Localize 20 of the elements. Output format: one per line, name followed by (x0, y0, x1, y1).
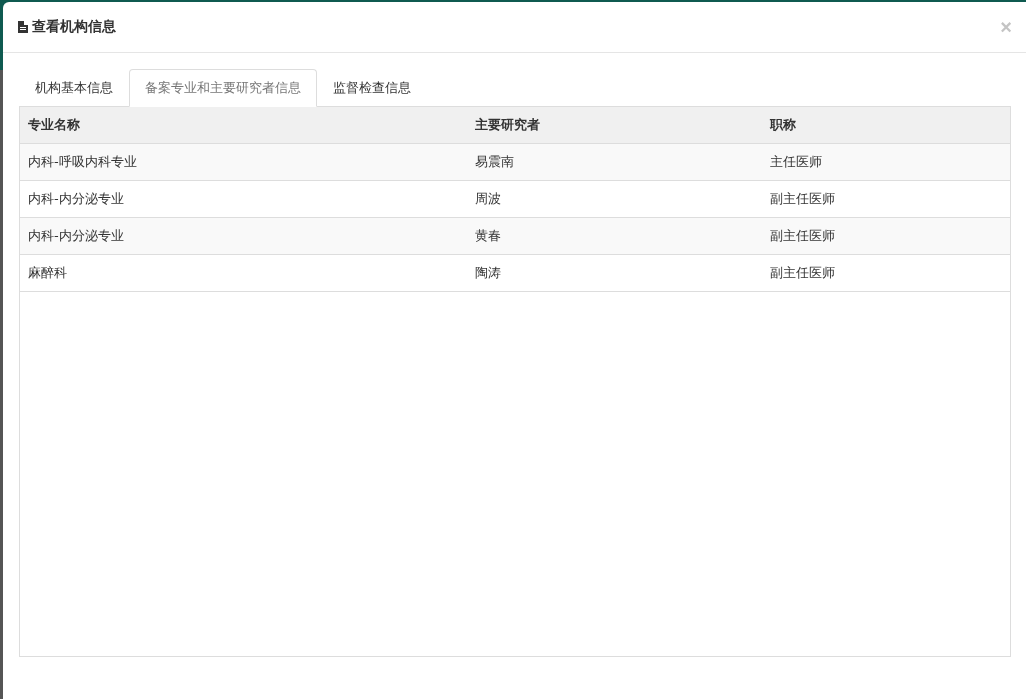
table-cell: 周波 (467, 180, 762, 218)
table-cell: 副主任医师 (762, 180, 1010, 218)
tab[interactable]: 监督检查信息 (317, 69, 427, 107)
table-cell: 陶涛 (467, 254, 762, 292)
table-cell: 黄春 (467, 217, 762, 255)
file-icon (18, 21, 28, 33)
tab[interactable]: 备案专业和主要研究者信息 (129, 69, 317, 107)
table-cell: 麻醉科 (20, 254, 467, 292)
tab[interactable]: 机构基本信息 (19, 69, 129, 107)
table-cell: 副主任医师 (762, 254, 1010, 292)
table-cell: 内科-内分泌专业 (20, 180, 467, 218)
column-header: 专业名称 (20, 107, 467, 144)
table-cell: 易震南 (467, 143, 762, 181)
table-cell: 主任医师 (762, 143, 1010, 181)
dialog-title: 查看机构信息 (32, 18, 116, 36)
table-cell: 内科-内分泌专业 (20, 217, 467, 255)
column-header: 主要研究者 (467, 107, 762, 144)
table-cell: 内科-呼吸内科专业 (20, 143, 467, 181)
column-header: 职称 (762, 107, 1010, 144)
table-cell: 副主任医师 (762, 217, 1010, 255)
